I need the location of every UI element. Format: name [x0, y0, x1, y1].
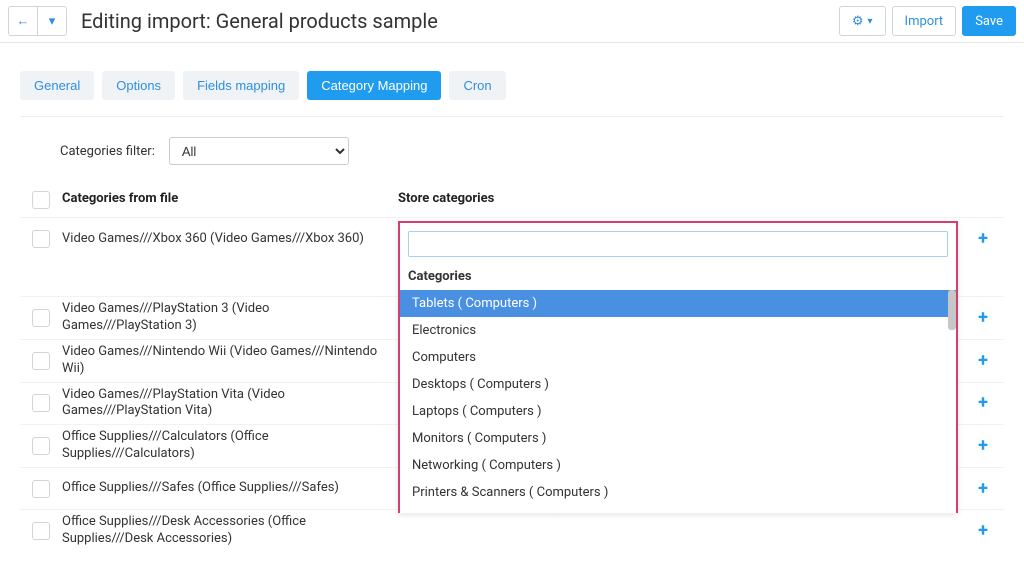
back-dropdown-button[interactable]: ▾ [37, 6, 67, 36]
source-category-text: Video Games///Nintendo Wii (Video Games/… [62, 344, 398, 378]
arrow-left-icon: ← [17, 13, 30, 29]
row-checkbox[interactable] [32, 394, 50, 412]
tab-fields-mapping[interactable]: Fields mapping [183, 71, 299, 100]
row-checkbox[interactable] [32, 230, 50, 248]
dropdown-item[interactable]: Monitors ( Computers ) [400, 425, 956, 452]
add-mapping-button[interactable]: + [978, 352, 988, 370]
import-button[interactable]: Import [892, 6, 957, 36]
dropdown-item[interactable]: Electronics [400, 317, 956, 344]
tab-options[interactable]: Options [102, 71, 175, 100]
table-row: Office Supplies///Desk Accessories (Offi… [20, 509, 1004, 552]
source-category-text: Office Supplies///Desk Accessories (Offi… [62, 514, 398, 548]
caret-down-icon: ▾ [49, 14, 56, 29]
source-category-text: Office Supplies///Calculators (Office Su… [62, 429, 398, 463]
back-button-group: ← ▾ [8, 6, 67, 36]
grid-header: Categories from file Store categories [20, 183, 1004, 217]
col-header-source: Categories from file [62, 191, 398, 209]
add-mapping-button[interactable]: + [978, 394, 988, 412]
save-button[interactable]: Save [962, 6, 1016, 36]
row-checkbox[interactable] [32, 309, 50, 327]
row-checkbox[interactable] [32, 352, 50, 370]
dropdown-list[interactable]: Tablets ( Computers )ElectronicsComputer… [400, 290, 956, 513]
top-right-actions: ⚙ ▾ Import Save [839, 6, 1016, 36]
category-search-input[interactable] [408, 231, 948, 257]
dropdown-section-header: Categories [400, 263, 956, 290]
tab-cron[interactable]: Cron [449, 71, 505, 100]
dropdown-item[interactable]: TV & Video ( Electronics ) [400, 506, 956, 513]
category-dropdown: Categories Tablets ( Computers )Electron… [398, 221, 958, 513]
select-all-checkbox[interactable] [32, 191, 50, 209]
col-header-dest: Store categories [398, 191, 962, 209]
dropdown-item[interactable]: Printers & Scanners ( Computers ) [400, 479, 956, 506]
dropdown-item[interactable]: Computers [400, 344, 956, 371]
source-category-text: Office Supplies///Safes (Office Supplies… [62, 480, 398, 497]
mapping-grid: Categories from file Store categories Vi… [20, 183, 1004, 552]
add-mapping-button[interactable]: + [978, 309, 988, 327]
add-mapping-button[interactable]: + [978, 437, 988, 455]
filter-select[interactable]: All [169, 137, 349, 165]
tab-general[interactable]: General [20, 71, 94, 100]
source-category-text: Video Games///Xbox 360 (Video Games///Xb… [62, 231, 398, 248]
settings-menu-button[interactable]: ⚙ ▾ [839, 6, 886, 36]
tabs: General Options Fields mapping Category Map… [20, 71, 1004, 117]
row-checkbox[interactable] [32, 522, 50, 540]
source-category-text: Video Games///PlayStation 3 (Video Games… [62, 301, 398, 335]
row-checkbox[interactable] [32, 437, 50, 455]
row-checkbox[interactable] [32, 480, 50, 498]
source-category-text: Video Games///PlayStation Vita (Video Ga… [62, 387, 398, 421]
page-title: Editing import: General products sample [81, 9, 839, 33]
back-button[interactable]: ← [8, 6, 38, 36]
add-mapping-button[interactable]: + [978, 230, 988, 248]
tab-category-mapping[interactable]: Category Mapping [307, 71, 441, 100]
filter-label: Categories filter: [60, 144, 155, 159]
dropdown-item[interactable]: Laptops ( Computers ) [400, 398, 956, 425]
add-mapping-button[interactable]: + [978, 480, 988, 498]
dropdown-item[interactable]: Tablets ( Computers ) [400, 290, 956, 317]
filter-row: Categories filter: All [20, 117, 1004, 183]
add-mapping-button[interactable]: + [978, 522, 988, 540]
caret-down-icon: ▾ [868, 16, 873, 27]
topbar: ← ▾ Editing import: General products sam… [0, 0, 1024, 43]
scrollbar-thumb[interactable] [948, 290, 956, 330]
dropdown-item[interactable]: Desktops ( Computers ) [400, 371, 956, 398]
gear-icon: ⚙ [852, 14, 864, 29]
dropdown-item[interactable]: Networking ( Computers ) [400, 452, 956, 479]
